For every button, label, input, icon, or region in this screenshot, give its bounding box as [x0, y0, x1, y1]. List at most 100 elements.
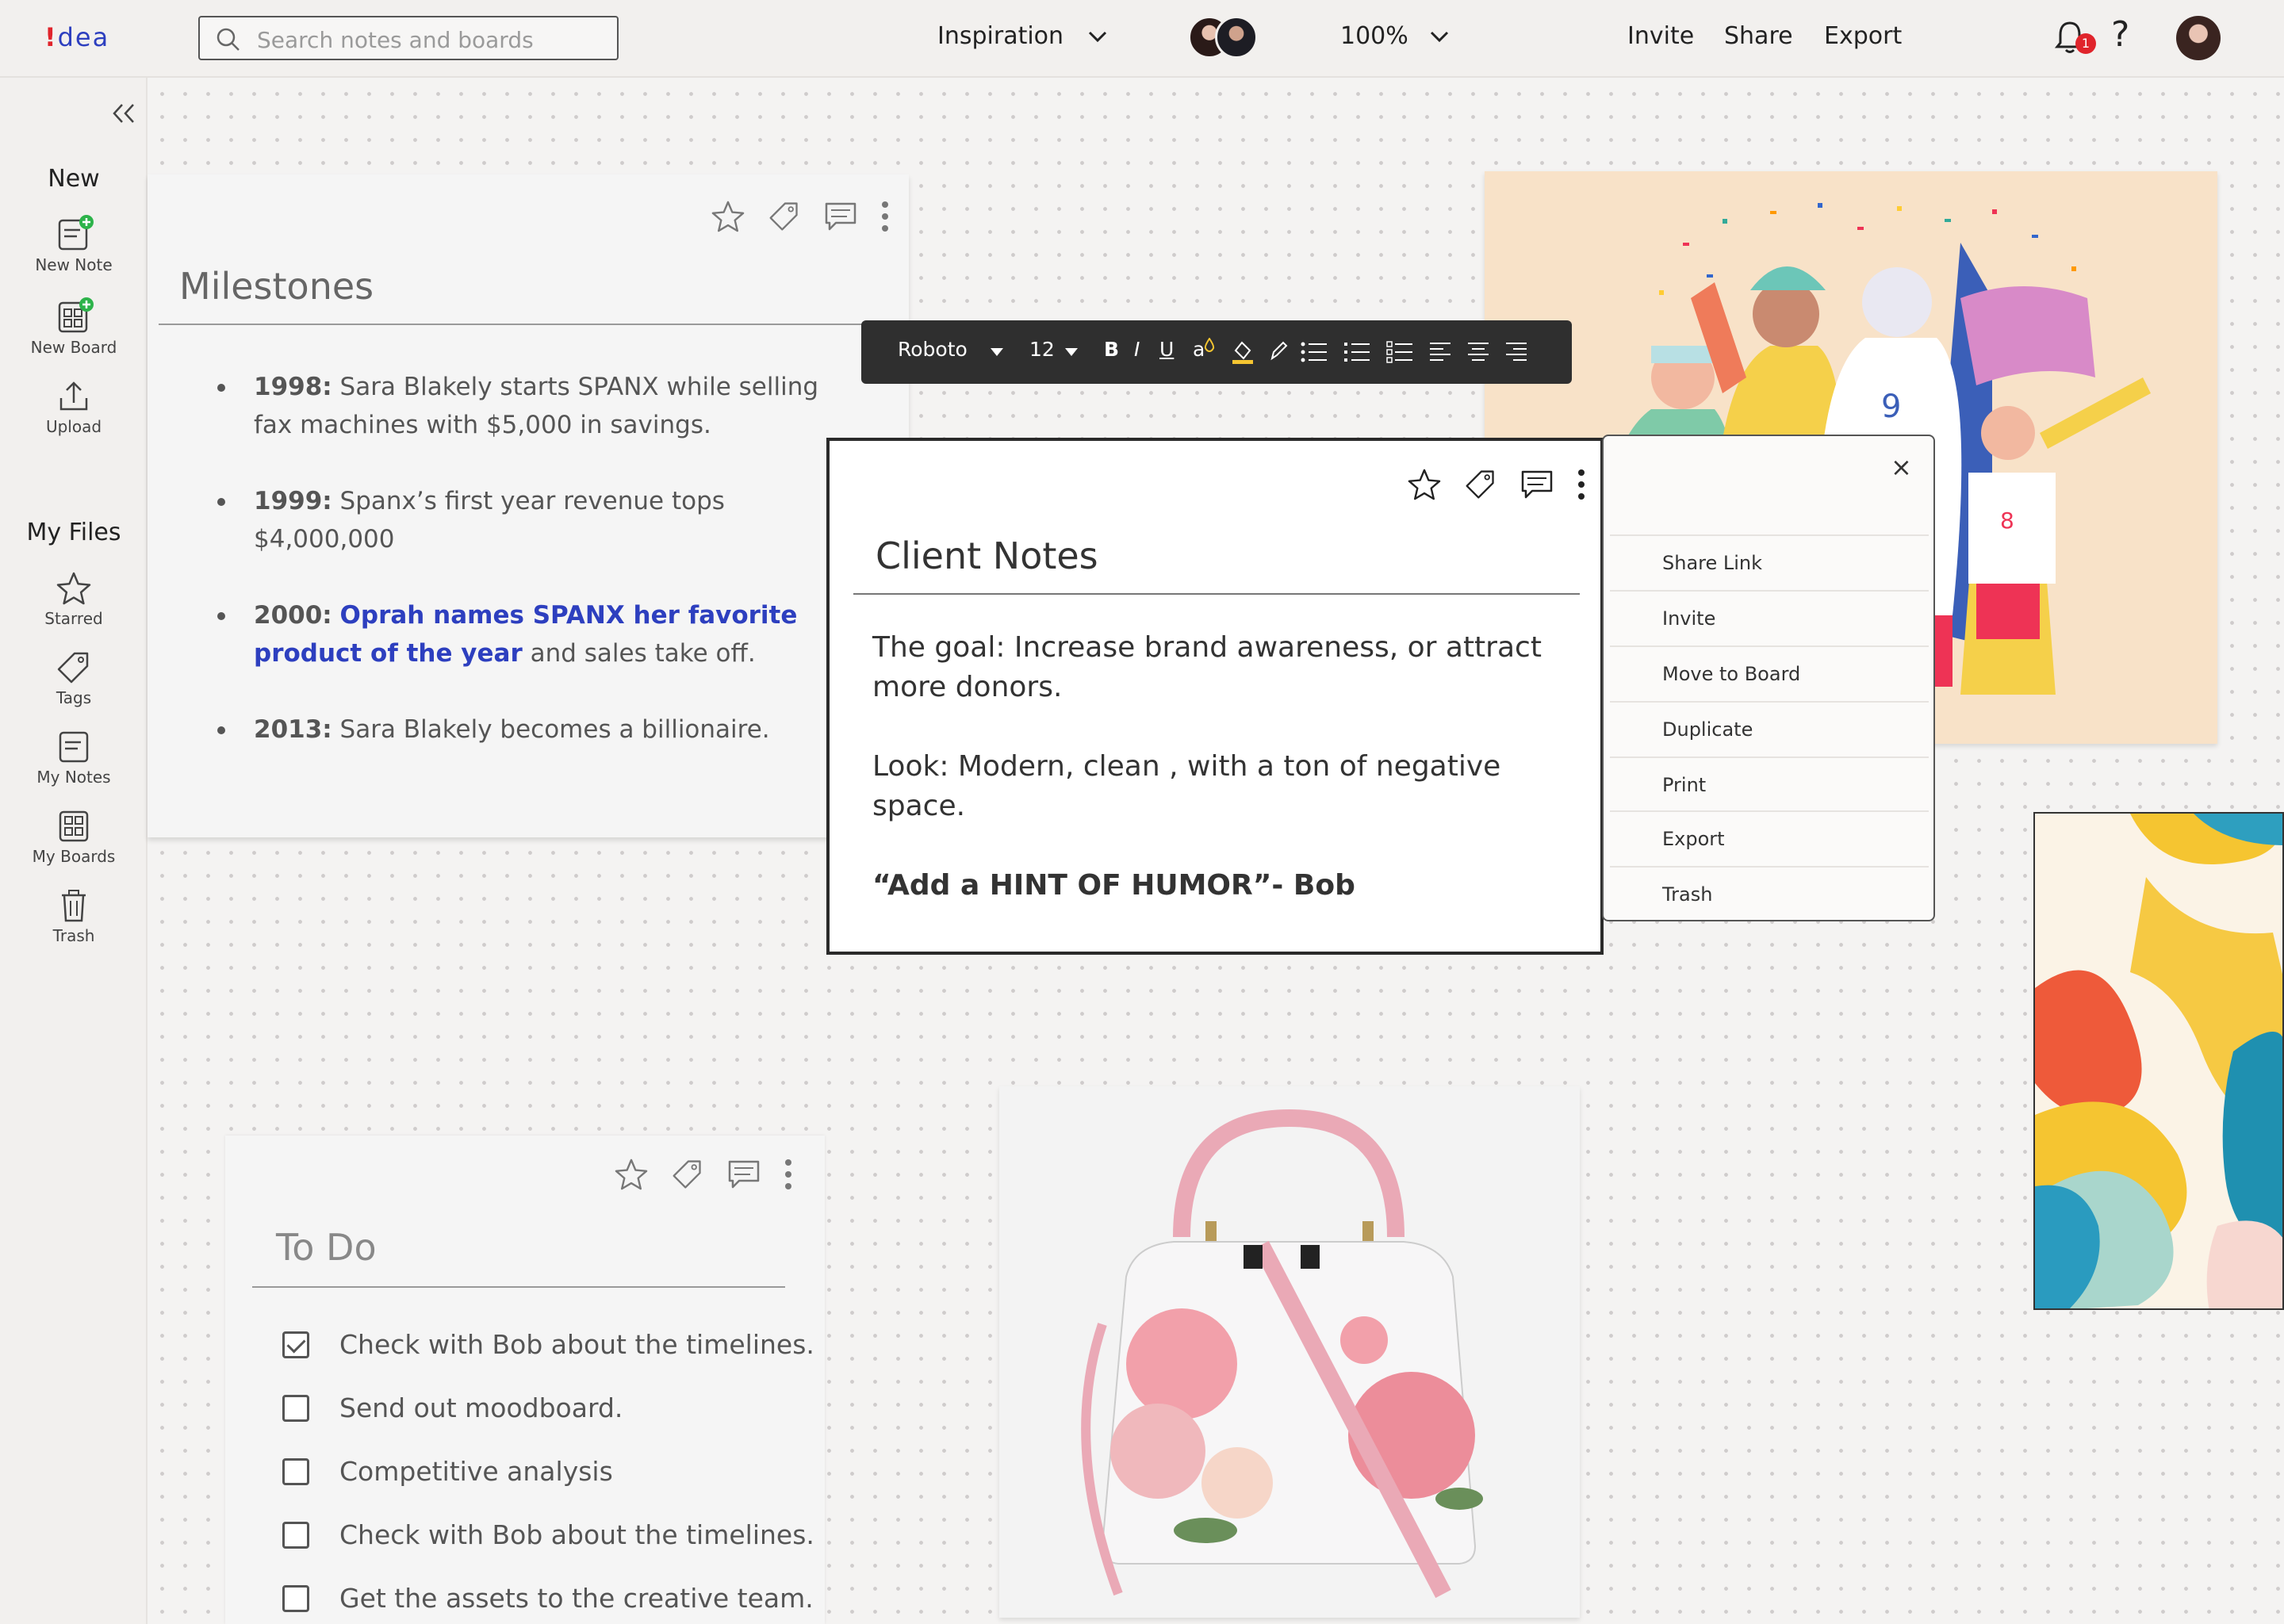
- more-vertical-icon[interactable]: [784, 1158, 793, 1191]
- numbered-list-icon[interactable]: [1343, 341, 1370, 363]
- list-item[interactable]: 2000: Oprah names SPANX her favorite pro…: [214, 596, 849, 672]
- todo-item[interactable]: Competitive analysis: [282, 1456, 613, 1487]
- note-body-goal[interactable]: The goal: Increase brand awareness, or a…: [872, 628, 1570, 707]
- note-title[interactable]: Milestones: [179, 265, 374, 308]
- note-body-look[interactable]: Look: Modern, clean , with a ton of nega…: [872, 747, 1570, 826]
- export-button[interactable]: Export: [1824, 22, 1902, 50]
- checkbox[interactable]: [282, 1584, 309, 1612]
- todo-label: Competitive analysis: [339, 1456, 613, 1487]
- tag-icon[interactable]: [671, 1158, 704, 1191]
- tag-icon[interactable]: [1464, 468, 1497, 501]
- board-selector[interactable]: Inspiration: [937, 22, 1108, 50]
- more-vertical-icon[interactable]: [1577, 468, 1586, 501]
- star-icon[interactable]: [1407, 468, 1442, 501]
- todo-item[interactable]: Get the assets to the creative team.: [282, 1583, 814, 1614]
- todo-note[interactable]: To Do Check with Bob about the timelines…: [225, 1136, 825, 1624]
- menu-item-trash[interactable]: Trash: [1610, 866, 1929, 920]
- underline-button[interactable]: U: [1159, 338, 1174, 361]
- align-center-icon[interactable]: [1467, 341, 1489, 363]
- search-icon: [217, 28, 240, 51]
- handbag-photo: [1081, 1109, 1483, 1599]
- more-vertical-icon[interactable]: [880, 200, 890, 233]
- bold-button[interactable]: B: [1104, 338, 1119, 361]
- abstract-art-image[interactable]: [2033, 812, 2284, 1310]
- new-note-button[interactable]: New Note: [0, 214, 148, 274]
- note-title[interactable]: To Do: [276, 1226, 377, 1269]
- search-input[interactable]: [257, 25, 606, 54]
- chevron-down-icon: [1089, 31, 1107, 42]
- upload-label: Upload: [45, 417, 102, 436]
- note-context-menu: × Share Link Invite Move to Board Duplic…: [1602, 435, 1935, 921]
- new-note-label: New Note: [35, 255, 113, 274]
- new-board-button[interactable]: New Board: [0, 297, 148, 357]
- menu-item-export[interactable]: Export: [1610, 810, 1929, 864]
- checkbox[interactable]: [282, 1457, 309, 1485]
- comment-icon[interactable]: [1519, 469, 1554, 500]
- avatar[interactable]: [1215, 16, 1258, 59]
- app-logo[interactable]: !dea: [44, 22, 109, 52]
- menu-item-move-to-board[interactable]: Move to Board: [1610, 645, 1929, 699]
- menu-item-duplicate[interactable]: Duplicate: [1610, 701, 1929, 755]
- checkbox[interactable]: [282, 1521, 309, 1549]
- title-divider: [252, 1286, 785, 1288]
- sidebar-item-tags[interactable]: Tags: [0, 650, 148, 707]
- font-size-select[interactable]: 12: [1029, 338, 1055, 361]
- share-button[interactable]: Share: [1724, 22, 1793, 50]
- pen-icon[interactable]: [1269, 339, 1288, 362]
- align-left-icon[interactable]: [1429, 341, 1451, 363]
- star-icon: [56, 572, 91, 605]
- align-right-icon[interactable]: [1505, 341, 1527, 363]
- help-icon[interactable]: ?: [2111, 14, 2129, 55]
- todo-item[interactable]: Check with Bob about the timelines.: [282, 1329, 814, 1360]
- invite-button[interactable]: Invite: [1627, 22, 1694, 50]
- collapse-sidebar-icon[interactable]: [111, 102, 136, 125]
- todo-item[interactable]: Send out moodboard.: [282, 1392, 623, 1423]
- search-box[interactable]: [198, 16, 619, 60]
- zoom-selector[interactable]: 100%: [1340, 22, 1450, 50]
- italic-button[interactable]: I: [1134, 338, 1140, 361]
- highlight-icon[interactable]: [1231, 339, 1255, 365]
- note-body-quote[interactable]: “Add a HINT OF HUMOR”- Bob: [872, 866, 1570, 906]
- star-icon[interactable]: [711, 200, 745, 233]
- sidebar-item-starred[interactable]: Starred: [0, 571, 148, 628]
- star-icon[interactable]: [614, 1158, 649, 1191]
- zoom-level: 100%: [1340, 22, 1408, 50]
- list-item[interactable]: 2013: Sara Blakely becomes a billionaire…: [214, 710, 849, 749]
- close-icon[interactable]: ×: [1891, 452, 1912, 482]
- list-item[interactable]: 1998: Sara Blakely starts SPANX while se…: [214, 368, 849, 444]
- font-family-select[interactable]: Roboto: [898, 338, 968, 361]
- note-icon: [59, 731, 89, 763]
- caret-down-icon[interactable]: [1064, 347, 1079, 357]
- milestones-note[interactable]: Milestones 1998: Sara Blakely starts SPA…: [148, 174, 909, 837]
- notification-badge: 1: [2075, 33, 2096, 54]
- menu-item-share-link[interactable]: Share Link: [1610, 534, 1929, 588]
- client-notes-note[interactable]: Client Notes The goal: Increase brand aw…: [826, 438, 1604, 955]
- sidebar-item-my-boards[interactable]: My Boards: [0, 809, 148, 866]
- bullet-list-icon[interactable]: [1301, 341, 1328, 363]
- comment-icon[interactable]: [726, 1159, 761, 1190]
- menu-item-print[interactable]: Print: [1610, 756, 1929, 810]
- caret-down-icon[interactable]: [990, 347, 1004, 357]
- menu-item-invite[interactable]: Invite: [1610, 590, 1929, 644]
- checkbox[interactable]: [282, 1394, 309, 1422]
- collaborator-avatars[interactable]: [1188, 16, 1261, 60]
- user-avatar[interactable]: [2176, 16, 2221, 60]
- note-title[interactable]: Client Notes: [876, 534, 1098, 577]
- formatting-toolbar: Roboto 12 B I U a: [861, 320, 1572, 384]
- new-section-title: New: [48, 165, 100, 193]
- checklist-icon[interactable]: [1386, 341, 1413, 363]
- upload-button[interactable]: Upload: [0, 379, 148, 436]
- top-bar: !dea Inspiration 100% Invite Share Expor…: [0, 0, 2284, 78]
- sidebar-item-trash[interactable]: Trash: [0, 888, 148, 945]
- todo-label: Get the assets to the creative team.: [339, 1583, 814, 1614]
- handbag-image[interactable]: [999, 1086, 1580, 1618]
- checkbox-checked[interactable]: [282, 1331, 309, 1358]
- list-item[interactable]: 1999: Spanx’s first year revenue tops $4…: [214, 482, 849, 558]
- sidebar-item-my-notes[interactable]: My Notes: [0, 730, 148, 787]
- trash-icon: [62, 890, 86, 922]
- logo-text: dea: [57, 22, 110, 52]
- tag-icon[interactable]: [768, 200, 801, 233]
- todo-item[interactable]: Check with Bob about the timelines.: [282, 1519, 814, 1550]
- comment-icon[interactable]: [823, 201, 858, 232]
- milestone-text: Sara Blakely becomes a billionaire.: [331, 715, 770, 744]
